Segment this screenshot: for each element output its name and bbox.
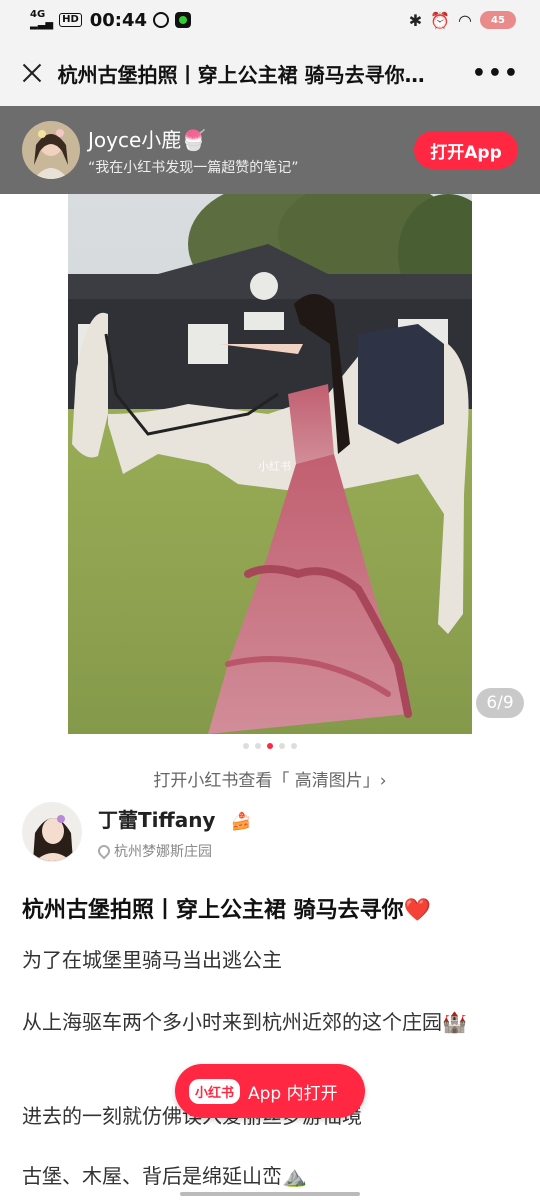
status-bar: 4G ▂▃▅ HD 00:44 ✱ ⏰ ◠ 45: [0, 0, 540, 40]
clock: 00:44: [89, 9, 148, 31]
carousel-dot-active: [267, 743, 273, 749]
signal-icon: 4G ▂▃▅: [30, 9, 54, 30]
battery-icon: 45: [480, 11, 516, 29]
app-notification-icon: [153, 12, 170, 28]
post-paragraph: 古堡、木屋、背后是绵延山峦⛰️: [22, 1164, 307, 1188]
xiaohongshu-logo: 小红书: [189, 1078, 241, 1104]
carousel-dot: [279, 743, 285, 749]
post-paragraph: 从上海驱车两个多小时来到杭州近郊的这个庄园🏰: [22, 1010, 467, 1034]
close-icon[interactable]: [20, 61, 44, 85]
more-menu-icon[interactable]: •••: [472, 61, 520, 86]
share-subtitle: “我在小红书发现一篇超赞的笔记”: [88, 159, 299, 176]
bluetooth-icon: ✱: [408, 10, 423, 30]
carousel-dot: [243, 743, 249, 749]
open-in-app-button[interactable]: 小红书 App 内打开: [175, 1064, 365, 1118]
image-watermark: 小红书: [258, 460, 291, 473]
wechat-notification-icon: [175, 12, 192, 28]
carousel-indicator: [0, 743, 540, 749]
share-banner: Joyce小鹿🍧 “我在小红书发现一篇超赞的笔记” 打开App: [0, 106, 540, 194]
author-badge-icon: 🍰: [230, 811, 252, 832]
post-paragraph: 为了在城堡里骑马当出逃公主: [22, 948, 282, 972]
image-counter: 6/9: [476, 688, 524, 718]
alarm-icon: ⏰: [430, 10, 451, 30]
sharer-avatar: [22, 121, 80, 179]
author-avatar[interactable]: [22, 802, 82, 862]
author-row[interactable]: 丁蕾Tiffany 🍰 杭州梦娜斯庄园: [22, 802, 252, 862]
page-title: 杭州古堡拍照丨穿上公主裙 骑马去寻你…: [57, 62, 425, 87]
home-indicator[interactable]: [180, 1192, 360, 1196]
open-app-button[interactable]: 打开App: [414, 131, 518, 169]
wifi-icon: ◠: [458, 10, 472, 30]
post-image[interactable]: 小红书: [68, 194, 472, 734]
open-in-app-label: App 内打开: [248, 1083, 338, 1104]
author-name[interactable]: 丁蕾Tiffany: [98, 808, 215, 832]
nav-bar: 杭州古堡拍照丨穿上公主裙 骑马去寻你… •••: [0, 40, 540, 106]
hd-badge: HD: [59, 13, 82, 27]
sharer-name: Joyce小鹿🍧: [88, 127, 207, 152]
author-location[interactable]: 杭州梦娜斯庄园: [114, 841, 212, 861]
carousel-dot: [255, 743, 261, 749]
view-hd-images-link[interactable]: 打开小红书查看「 高清图片」›: [0, 766, 540, 791]
location-pin-icon: [95, 842, 113, 859]
post-title: 杭州古堡拍照丨穿上公主裙 骑马去寻你❤️: [22, 898, 432, 923]
carousel-dot: [291, 743, 297, 749]
